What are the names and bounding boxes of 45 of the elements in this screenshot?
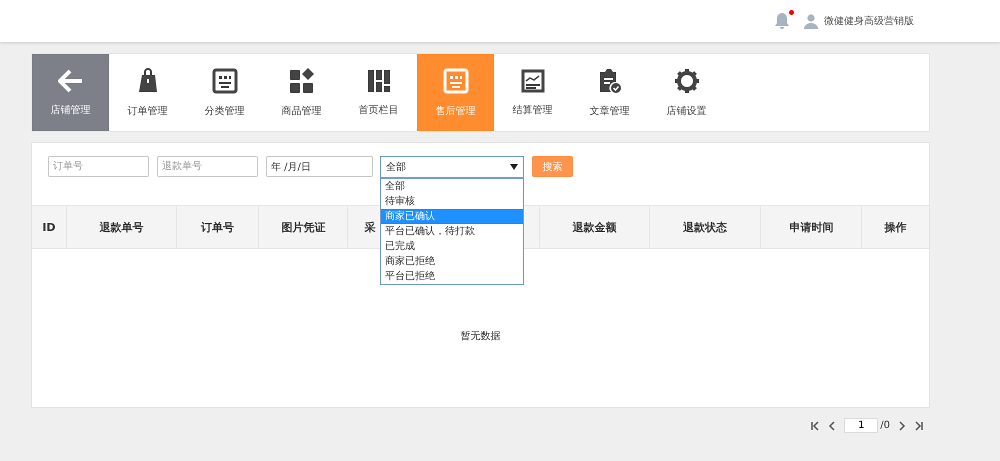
settings-icon [674,68,700,94]
blocks-icon [288,68,314,94]
column-header: ID [42,220,56,234]
refund-number-field[interactable]: 退款单号 [157,156,258,177]
screen-icon [212,68,238,94]
columns-icon [366,68,390,92]
nav-tab[interactable]: 商品管理 [263,54,340,131]
chart-icon [520,68,544,92]
column-header: 操作 [884,220,907,234]
column-header: 采 [364,220,376,234]
date-field[interactable]: 年 /月/日 [266,156,373,177]
dropdown-option[interactable]: 平台已确认，待打款 [381,224,523,238]
dropdown-option[interactable]: 待审核 [381,194,523,208]
nav-tab[interactable]: 店铺管理 [32,54,109,131]
column-header: 订单号 [201,220,234,234]
last-page-icon[interactable] [914,420,924,430]
page-total: /0 [880,420,890,431]
column-header: 退款状态 [683,220,727,234]
dropdown-option[interactable]: 商家已拒绝 [381,254,523,268]
order-number-field[interactable]: 订单号 [48,156,149,177]
nav-tab[interactable]: 首页栏目 [340,54,417,131]
column-header: 申请时间 [789,220,834,234]
dropdown-option[interactable]: 平台已拒绝 [381,268,523,284]
page-number-field[interactable]: 1 [844,418,878,433]
dropdown-option[interactable]: 全部 [381,178,523,194]
nav-tab[interactable]: 分类管理 [186,54,263,131]
user-icon [804,14,818,28]
next-page-icon[interactable] [898,420,906,430]
user-name[interactable]: 微健健身高级营销版 [824,14,914,28]
previous-page-icon[interactable] [828,420,836,430]
dropdown-option[interactable]: 已完成 [381,238,523,254]
empty-message: 暂无数据 [460,330,500,343]
clipboard-check-icon [598,68,622,94]
column-header: 图片凭证 [281,220,326,234]
nav-tab[interactable]: 订单管理 [109,54,186,131]
status-select[interactable]: 全部 [380,156,524,178]
column-header: 退款金额 [572,220,616,234]
first-page-icon[interactable] [810,420,820,430]
back-arrow-icon [58,68,84,92]
caret-icon [510,164,518,170]
nav-tab[interactable]: 店铺设置 [648,54,725,131]
nav-tab[interactable]: 文章管理 [571,54,648,131]
screen-icon [442,68,468,94]
nav-tab[interactable]: 结算管理 [494,54,571,131]
column-header: 退款单号 [99,220,144,234]
